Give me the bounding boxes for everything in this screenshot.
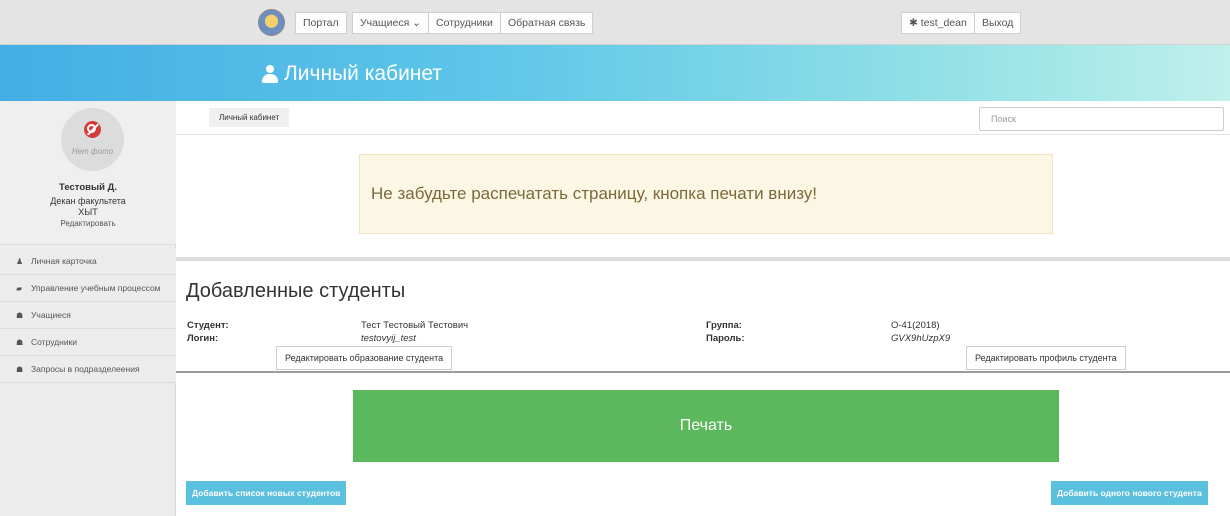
avatar: Нет фото — [61, 108, 124, 171]
profile-faculty: ХЫТ — [78, 207, 98, 217]
profile-card: Нет фото Тестовый Д. Декан факультета ХЫ… — [0, 101, 176, 245]
group-value: О-41(2018) — [891, 320, 940, 331]
user-icon — [262, 65, 278, 83]
student-name: Тест Тестовый Тестович — [361, 320, 469, 331]
logo-icon[interactable] — [258, 9, 285, 36]
breadcrumb-bar: Личный кабинет — [176, 101, 1230, 135]
sidebar-item-label: Учащиеся — [31, 310, 71, 320]
student-label: Студент: — [187, 320, 229, 331]
add-student-list-button[interactable]: Добавить список новых студентов — [186, 481, 347, 505]
top-navbar: Портал Учащиеся ⌄ Сотрудники Обратная св… — [0, 0, 1230, 45]
print-button[interactable]: Печать — [353, 390, 1059, 462]
no-photo-label: Нет фото — [71, 147, 114, 156]
nav-staff-link[interactable]: Сотрудники — [428, 12, 501, 34]
login-label: Логин: — [187, 333, 219, 344]
sidebar-item-department-requests[interactable]: ☗ Запросы в подразделеения — [0, 356, 176, 383]
edit-profile-button[interactable]: Редактировать профиль студента — [966, 346, 1126, 370]
login-value: testovyij_test — [361, 333, 416, 344]
sidebar-item-label: Запросы в подразделеения — [31, 364, 140, 374]
sidebar-item-personal-card[interactable]: ♟ Личная карточка — [0, 248, 176, 275]
sidebar-item-staff[interactable]: ☗ Сотрудники — [0, 329, 176, 356]
sidebar-item-study-management[interactable]: ▰ Управление учебным процессом — [0, 275, 176, 302]
password-label: Пароль: — [706, 333, 745, 344]
nav-portal-link[interactable]: Портал — [295, 12, 347, 34]
row-divider — [176, 371, 1230, 373]
edit-education-button[interactable]: Редактировать образование студента — [276, 346, 453, 370]
sidebar-item-students[interactable]: ☗ Учащиеся — [0, 302, 176, 329]
users-icon: ☗ — [16, 337, 24, 347]
search-input[interactable] — [979, 107, 1224, 131]
profile-position: Декан факультета — [50, 196, 126, 206]
user-icon: ♟ — [16, 256, 24, 266]
sidebar-item-label: Управление учебным процессом — [31, 283, 161, 293]
divider — [176, 257, 1230, 261]
page-title: Личный кабинет — [262, 62, 442, 86]
logout-link[interactable]: Выход — [974, 12, 1022, 34]
breadcrumb[interactable]: Личный кабинет — [209, 108, 290, 127]
password-value: GVX9hUzpX9 — [891, 333, 951, 344]
profile-edit-link[interactable]: Редактировать — [0, 219, 176, 228]
page-title-text: Личный кабинет — [284, 62, 442, 85]
nav-feedback-link[interactable]: Обратная связь — [500, 12, 594, 34]
page-banner: Личный кабинет — [0, 45, 1230, 101]
group-label: Группа: — [706, 320, 742, 331]
sidebar-item-label: Личная карточка — [31, 256, 97, 266]
section-title: Добавленные студенты — [186, 280, 406, 302]
no-photo-icon — [84, 121, 101, 138]
profile-name: Тестовый Д. — [59, 182, 117, 193]
add-one-student-button[interactable]: Добавить одного нового студента — [1051, 481, 1208, 505]
users-icon: ☗ — [16, 310, 24, 320]
nav-students-dropdown[interactable]: Учащиеся ⌄ — [352, 12, 429, 34]
users-icon: ☗ — [16, 364, 24, 374]
sidebar: Нет фото Тестовый Д. Декан факультета ХЫ… — [0, 101, 176, 516]
print-reminder-alert: Не забудьте распечатать страницу, кнопка… — [359, 154, 1053, 234]
graduation-cap-icon: ▰ — [16, 283, 23, 293]
user-menu-link[interactable]: ✱ test_dean — [901, 12, 975, 34]
sidebar-item-label: Сотрудники — [31, 337, 78, 347]
